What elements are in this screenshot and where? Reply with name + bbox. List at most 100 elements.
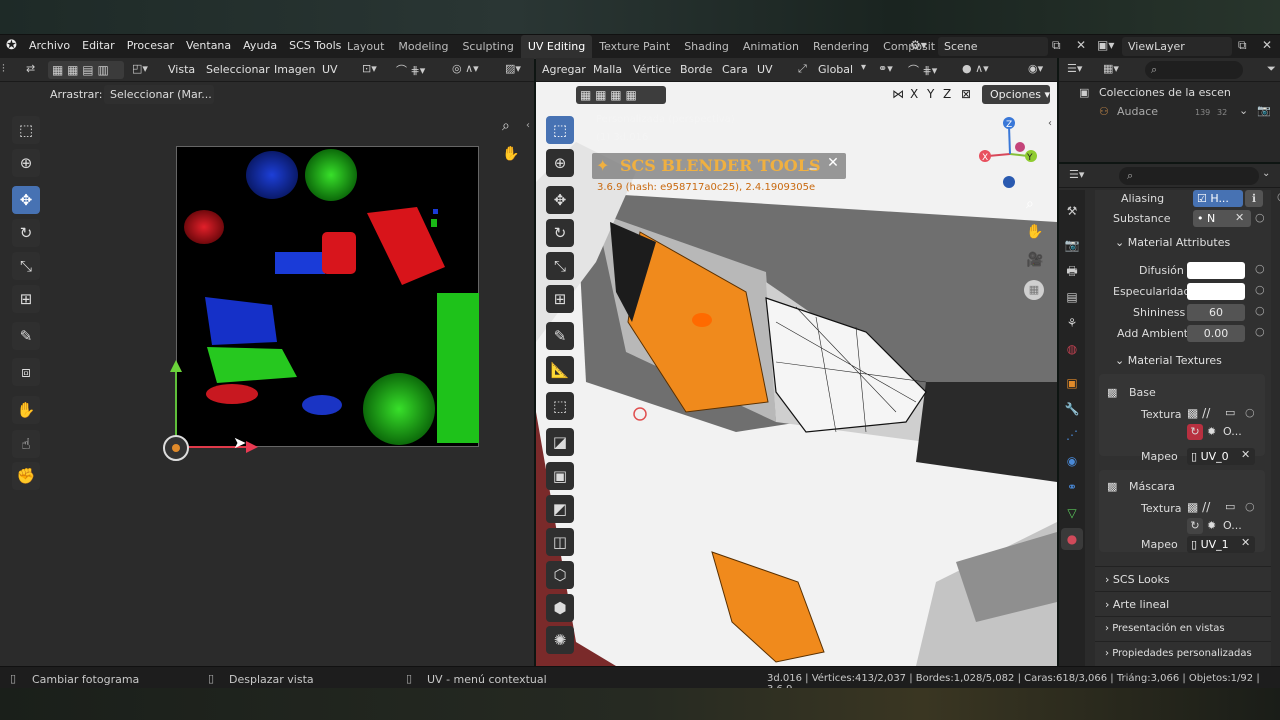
add-ambient-decorator-icon[interactable]: ○: [1255, 325, 1265, 338]
output-tab-icon[interactable]: 🖶: [1063, 262, 1081, 280]
gizmo-x-arrow-icon[interactable]: [246, 441, 258, 453]
menu-ayuda[interactable]: Ayuda: [237, 35, 283, 57]
vp-move-tool-icon[interactable]: ✥: [546, 186, 574, 214]
proportional-icon[interactable]: ◎ ∧▾: [452, 62, 479, 75]
aliasing-info-icon[interactable]: ℹ: [1245, 190, 1263, 207]
menu-archivo[interactable]: Archivo: [23, 35, 76, 57]
aliasing-checkbox[interactable]: ☑ H...: [1193, 190, 1243, 207]
properties-type-icon[interactable]: ☰▾: [1069, 168, 1084, 181]
uv-menu-vista[interactable]: Vista: [168, 63, 195, 76]
vp-rotate-tool-icon[interactable]: ↻: [546, 219, 574, 247]
tool-tab-icon[interactable]: ⚒: [1063, 202, 1081, 220]
vp-cursor-tool-icon[interactable]: ⊕: [546, 149, 574, 177]
add-ambient-field[interactable]: 0.00: [1187, 325, 1245, 342]
data-tab-icon[interactable]: ▽: [1063, 504, 1081, 522]
editor-type-icon[interactable]: ⫶: [2, 62, 5, 76]
mask-texture-browse-icon[interactable]: ▩ //: [1187, 500, 1210, 514]
base-texture-folder-icon[interactable]: ▭: [1225, 406, 1235, 419]
transform-tool-icon[interactable]: ⊞: [12, 285, 40, 313]
sidebar-toggle-icon[interactable]: ‹: [526, 120, 530, 131]
view-layer-tab-icon[interactable]: ▤: [1063, 288, 1081, 306]
zoom-view-icon[interactable]: ⌕: [502, 118, 510, 134]
new-view-layer-icon[interactable]: ⧉: [1238, 38, 1247, 53]
presentacion-panel[interactable]: › Presentación en vistas: [1095, 616, 1271, 640]
uv-sync-icon[interactable]: ⇄: [26, 62, 35, 75]
vp-menu-vertice[interactable]: Vértice: [633, 63, 671, 76]
mask-texture-decorator-icon[interactable]: ○: [1245, 500, 1255, 513]
options-dropdown[interactable]: Opciones ▾: [982, 85, 1050, 104]
shininess-field[interactable]: 60: [1187, 304, 1245, 321]
pivot-point-icon[interactable]: ⚭▾: [878, 62, 893, 75]
gizmo-y-arrow-icon[interactable]: [170, 360, 182, 372]
scale-tool-icon[interactable]: ⤡: [12, 252, 40, 280]
snap-toggle-icon[interactable]: ⌒ ⋕▾: [908, 62, 937, 78]
arte-lineal-panel[interactable]: › Arte lineal: [1095, 591, 1271, 615]
especularidad-color-swatch[interactable]: [1187, 283, 1245, 300]
base-tex-value[interactable]: O...: [1223, 425, 1242, 438]
mask-reload-icon[interactable]: ↻: [1187, 518, 1203, 534]
uv-menu-uv[interactable]: UV: [322, 63, 338, 76]
pinch-tool-icon[interactable]: ✊: [12, 462, 40, 490]
difusion-decorator-icon[interactable]: ○: [1255, 262, 1265, 275]
vp-add-cube-tool-icon[interactable]: ⬚: [546, 392, 574, 420]
axis-x-toggle[interactable]: X: [910, 87, 918, 101]
modifier-tab-icon[interactable]: 🔧: [1063, 400, 1081, 418]
vp-spin-tool-icon[interactable]: ✺: [546, 626, 574, 654]
vp-annotate-tool-icon[interactable]: ✎: [546, 322, 574, 350]
vp-menu-agregar[interactable]: Agregar: [542, 63, 586, 76]
tab-uv-editing[interactable]: UV Editing: [520, 35, 593, 59]
vp-zoom-icon[interactable]: ⌕: [1026, 196, 1034, 212]
vp-inset-tool-icon[interactable]: ▣: [546, 462, 574, 490]
menu-procesar[interactable]: Procesar: [121, 35, 180, 57]
child-label[interactable]: Audace: [1117, 105, 1158, 118]
expand-chevron-down-icon[interactable]: ⌄: [1239, 104, 1248, 117]
menu-scs-tools[interactable]: SCS Tools: [283, 35, 347, 57]
navigation-gizmo[interactable]: Z Y X: [976, 116, 1056, 196]
object-tab-icon[interactable]: ▣: [1063, 374, 1081, 392]
menu-ventana[interactable]: Ventana: [180, 35, 237, 57]
image-browse-icon[interactable]: ▨▾: [505, 62, 521, 75]
base-reload-icon[interactable]: ↻: [1187, 424, 1203, 440]
move-tool-icon[interactable]: ✥: [12, 186, 40, 214]
mask-tex-value[interactable]: O...: [1223, 519, 1242, 532]
tab-rendering[interactable]: Rendering: [806, 35, 876, 59]
select-mode-icons[interactable]: ▦ ▦ ▦ ▦: [576, 86, 666, 104]
close-view-layer-icon[interactable]: ✕: [1262, 38, 1272, 52]
material-attributes-header[interactable]: ⌄ Material Attributes: [1115, 236, 1230, 249]
material-textures-header[interactable]: ⌄ Material Textures: [1115, 354, 1222, 367]
vp-poly-build-tool-icon[interactable]: ⬢: [546, 594, 574, 622]
scene-tab-icon[interactable]: ⚘: [1063, 314, 1081, 332]
vp-loop-cut-tool-icon[interactable]: ◫: [546, 528, 574, 556]
close-icon[interactable]: ✕: [824, 155, 842, 177]
snap-icon[interactable]: ⌒ ⋕▾: [396, 62, 425, 78]
vp-bevel-tool-icon[interactable]: ◩: [546, 495, 574, 523]
mask-settings-icon[interactable]: ✹: [1207, 519, 1216, 532]
mirror-icon[interactable]: ⋈: [892, 87, 904, 101]
substance-decorator-icon[interactable]: ○: [1255, 211, 1265, 224]
uv-menu-imagen[interactable]: Imagen: [274, 63, 315, 76]
3d-viewport[interactable]: Agregar Malla Vértice Borde Cara UV ⤢ Gl…: [536, 58, 1057, 666]
collection-label[interactable]: Colecciones de la escen: [1099, 86, 1231, 99]
pan-view-icon[interactable]: ✋: [502, 146, 519, 162]
vp-scale-tool-icon[interactable]: ⤡: [546, 252, 574, 280]
particles-tab-icon[interactable]: ⋰: [1063, 426, 1081, 444]
axis-y-toggle[interactable]: Y: [927, 87, 934, 101]
vp-extrude-tool-icon[interactable]: ◪: [546, 428, 574, 456]
visibility-icon[interactable]: ◉▾: [1028, 62, 1043, 75]
minimize-icon[interactable]: _: [804, 154, 822, 176]
uv-texture-image[interactable]: [176, 146, 479, 447]
vp-sidebar-toggle-icon[interactable]: ‹: [1048, 118, 1052, 129]
vp-measure-tool-icon[interactable]: 📐: [546, 356, 574, 384]
pivot-icon[interactable]: ⊡▾: [362, 62, 377, 75]
outliner-search-input[interactable]: ⌕: [1145, 61, 1243, 79]
tab-shading[interactable]: Shading: [677, 35, 736, 59]
filter-icon[interactable]: ⏷: [1267, 62, 1276, 76]
select-box-tool-icon[interactable]: ⬚: [12, 116, 40, 144]
mask-texture-folder-icon[interactable]: ▭: [1225, 500, 1235, 513]
material-tab-icon[interactable]: ●: [1061, 528, 1083, 550]
tab-modeling[interactable]: Modeling: [391, 35, 455, 59]
vp-menu-malla[interactable]: Malla: [593, 63, 622, 76]
rip-tool-icon[interactable]: ⧈: [12, 358, 40, 386]
tab-sculpting[interactable]: Sculpting: [455, 35, 520, 59]
tab-texture-paint[interactable]: Texture Paint: [592, 35, 677, 59]
